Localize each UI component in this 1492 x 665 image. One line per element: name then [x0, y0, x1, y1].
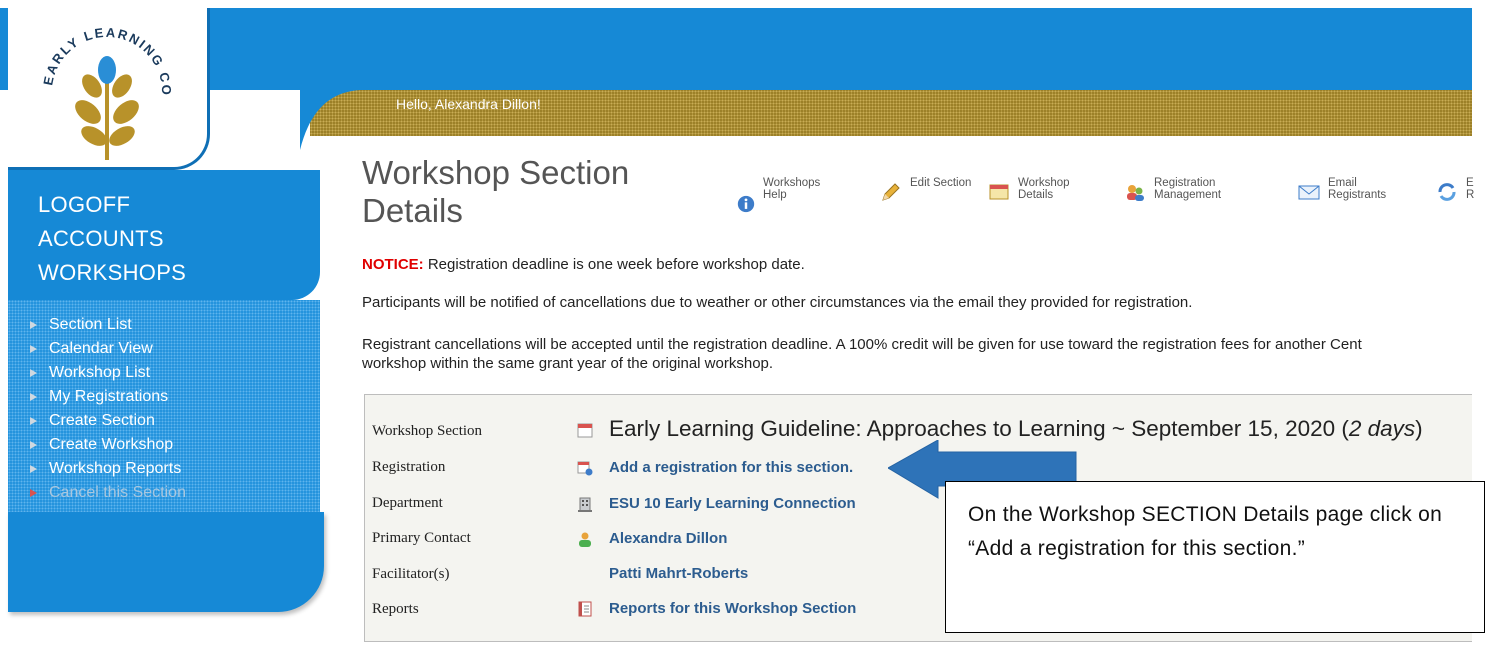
sidebar-item-create-section[interactable]: Create Section [30, 409, 155, 433]
calendar-add-icon [577, 461, 593, 476]
instruction-callout: On the Workshop SECTION Details page cli… [945, 481, 1485, 633]
building-icon [578, 497, 592, 512]
bullet-arrow-icon [30, 441, 37, 449]
workshop-details-button[interactable]: Workshop Details [988, 177, 1088, 203]
bullet-arrow-icon [30, 345, 37, 353]
cancellation-policy-line2: workshop within the same grant year of t… [362, 355, 774, 372]
toolbar-label: Registration Management [1154, 177, 1222, 201]
bullet-arrow-icon [30, 465, 37, 473]
toolbar-label: Workshop Details [1018, 177, 1070, 201]
page-title: Workshop Section Details [362, 154, 630, 229]
sidebar-item-calendar-view[interactable]: Calendar View [30, 337, 153, 361]
workshops-help-button[interactable]: Workshops Help [737, 177, 833, 213]
greeting-text: Hello, Alexandra Dillon! [396, 96, 541, 112]
reports-link[interactable]: Reports for this Workshop Section [609, 600, 856, 617]
primary-contact-link[interactable]: Alexandra Dillon [609, 530, 727, 547]
user-icon [579, 532, 591, 547]
bullet-arrow-icon [30, 369, 37, 377]
info-icon [737, 195, 755, 213]
bullet-arrow-icon [30, 321, 37, 329]
sidebar-item-label: Workshop List [49, 364, 151, 381]
bullet-arrow-icon [30, 393, 37, 401]
sidebar-item-create-workshop[interactable]: Create Workshop [30, 433, 173, 457]
cancellation-notification-text: Participants will be notified of cancell… [362, 294, 1193, 311]
logo-emblem-icon: NEBRASKA EARLY LEARNING CONNECTION [22, 12, 172, 160]
registration-management-button[interactable]: Registration Management [1124, 177, 1244, 203]
department-link[interactable]: ESU 10 Early Learning Connection [609, 495, 856, 512]
notice-label: NOTICE: [362, 256, 424, 273]
logoff-link[interactable]: LOGOFF [38, 192, 130, 218]
sidebar-item-label: Create Workshop [49, 436, 174, 453]
toolbar-label: Email Registrants [1328, 177, 1387, 201]
report-icon [578, 601, 592, 617]
envelope-icon [1298, 185, 1320, 200]
facilitators-label: Facilitator(s) [372, 566, 450, 582]
users-icon [1127, 185, 1144, 201]
primary-contact-label: Primary Contact [372, 530, 471, 546]
calendar-icon [989, 184, 1009, 200]
registration-label: Registration [372, 459, 446, 475]
reports-label: Reports [372, 601, 419, 617]
cancellation-policy-line1: Registrant cancellations will be accepte… [362, 336, 1362, 353]
refresh-icon [1438, 183, 1456, 201]
notice-text: Registration deadline is one week before… [423, 256, 805, 273]
sidebar-item-cancel-section[interactable]: Cancel this Section [30, 481, 186, 505]
department-label: Department [372, 495, 443, 511]
export-registrants-button[interactable]: E R [1436, 177, 1480, 203]
sidebar-footer [8, 512, 324, 612]
sidebar-item-label: Calendar View [49, 340, 153, 357]
workshops-link[interactable]: WORKSHOPS [38, 260, 186, 286]
registration-notice: NOTICE: Registration deadline is one wee… [362, 256, 805, 273]
sidebar-item-workshop-reports[interactable]: Workshop Reports [30, 457, 181, 481]
edit-section-button[interactable]: Edit Section [880, 177, 980, 203]
section-title-text: Early Learning Guideline: Approaches to … [609, 416, 1349, 441]
add-registration-link[interactable]: Add a registration for this section. [609, 459, 853, 476]
sidebar-item-label: My Registrations [49, 388, 169, 405]
section-title: Early Learning Guideline: Approaches to … [609, 416, 1423, 442]
toolbar-label: E R [1466, 177, 1475, 201]
section-title-close: ) [1415, 416, 1423, 441]
accounts-link[interactable]: ACCOUNTS [38, 226, 164, 252]
pencil-icon [882, 183, 900, 201]
sidebar-item-workshop-list[interactable]: Workshop List [30, 361, 150, 385]
sidebar-item-section-list[interactable]: Section List [30, 313, 132, 337]
sidebar-item-label: Section List [49, 316, 132, 333]
calendar-icon [577, 423, 593, 438]
facilitator-link[interactable]: Patti Mahrt-Roberts [609, 565, 748, 582]
sidebar-item-label: Cancel this Section [49, 484, 186, 501]
top-banner [0, 8, 1472, 90]
sidebar-item-label: Workshop Reports [49, 460, 182, 477]
email-registrants-button[interactable]: Email Registrants [1298, 177, 1398, 203]
logo[interactable]: NEBRASKA EARLY LEARNING CONNECTION [8, 8, 210, 170]
toolbar-label: Edit Section [910, 177, 972, 189]
sidebar-item-my-registrations[interactable]: My Registrations [30, 385, 168, 409]
section-duration: 2 days [1348, 416, 1416, 441]
workshop-section-label: Workshop Section [372, 423, 483, 439]
toolbar-label: Workshops Help [763, 177, 821, 201]
sidebar-item-label: Create Section [49, 412, 155, 429]
bullet-arrow-icon [30, 417, 37, 425]
bullet-arrow-icon [30, 489, 37, 497]
